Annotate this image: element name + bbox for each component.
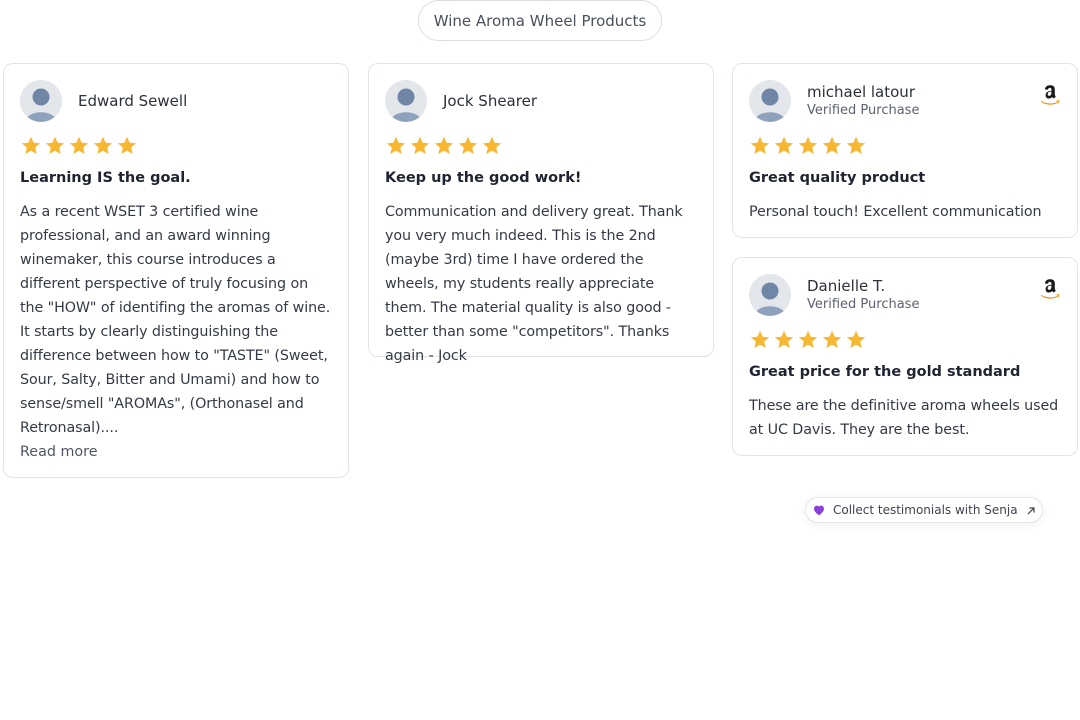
review-header: Jock Shearer: [385, 80, 697, 122]
reviewer-name: Jock Shearer: [443, 91, 537, 110]
amazon-icon: [1039, 278, 1061, 302]
pill-label: Wine Aroma Wheel Products: [433, 11, 647, 30]
review-card: Edward Sewell Learning IS the goal. As a…: [3, 63, 349, 478]
star-icon: [433, 135, 455, 157]
star-icon: [821, 135, 843, 157]
reviewer-name: michael latour: [807, 83, 915, 101]
reviewer-info: Danielle T. Verified Purchase: [807, 277, 919, 313]
read-more-link[interactable]: Read more: [20, 440, 332, 464]
review-title: Great quality product: [749, 170, 926, 186]
testimonials-widget: Wine Aroma Wheel Products Edward Sewell …: [0, 0, 1080, 720]
review-header: michael latour Verified Purchase: [749, 80, 1061, 122]
review-card: michael latour Verified Purchase Great q…: [732, 63, 1078, 238]
review-title: Keep up the good work!: [385, 170, 582, 186]
review-card: Jock Shearer Keep up the good work! Comm…: [368, 63, 714, 364]
reviewer-info: Jock Shearer: [443, 92, 537, 111]
star-icon: [116, 135, 138, 157]
reviewer-info: Edward Sewell: [78, 92, 187, 111]
star-icon: [821, 329, 843, 351]
review-card: Danielle T. Verified Purchase Great pric…: [732, 257, 1078, 456]
star-icon: [409, 135, 431, 157]
avatar: [749, 80, 791, 122]
senja-badge-link[interactable]: Collect testimonials with Senja: [805, 497, 1043, 523]
star-rating: [749, 135, 1061, 157]
avatar: [749, 274, 791, 316]
avatar: [385, 80, 427, 122]
review-body: These are the definitive aroma wheels us…: [749, 398, 1059, 438]
star-icon: [845, 135, 867, 157]
reviewer-info: michael latour Verified Purchase: [807, 83, 919, 119]
star-icon: [385, 135, 407, 157]
reviewer-name: Edward Sewell: [78, 91, 188, 110]
amazon-icon: [1039, 84, 1061, 108]
star-icon: [845, 329, 867, 351]
star-icon: [749, 329, 771, 351]
star-rating: [385, 135, 697, 157]
star-rating: [20, 135, 332, 157]
review-body: Communication and delivery great. Thank …: [385, 204, 683, 364]
review-body: As a recent WSET 3 certified wine profes…: [20, 204, 331, 436]
review-header: Danielle T. Verified Purchase: [749, 274, 1061, 316]
review-title: Learning IS the goal.: [20, 170, 191, 186]
avatar: [20, 80, 62, 122]
verified-purchase-label: Verified Purchase: [807, 297, 920, 312]
star-icon: [773, 329, 795, 351]
star-icon: [92, 135, 114, 157]
star-icon: [749, 135, 771, 157]
product-filter-pill[interactable]: Wine Aroma Wheel Products: [418, 0, 662, 41]
star-icon: [773, 135, 795, 157]
star-icon: [457, 135, 479, 157]
star-rating: [749, 329, 1061, 351]
review-title: Great price for the gold standard: [749, 364, 1021, 380]
reviewer-name: Danielle T.: [807, 277, 886, 295]
star-icon: [68, 135, 90, 157]
verified-purchase-label: Verified Purchase: [807, 103, 920, 118]
review-header: Edward Sewell: [20, 80, 332, 122]
star-icon: [797, 329, 819, 351]
star-icon: [797, 135, 819, 157]
star-icon: [20, 135, 42, 157]
external-link-arrow-icon: [1026, 505, 1036, 515]
senja-label: Collect testimonials with Senja: [833, 503, 1018, 517]
review-body: Personal touch! Excellent communication: [749, 204, 1042, 220]
heart-icon: [812, 503, 826, 517]
star-icon: [481, 135, 503, 157]
star-icon: [44, 135, 66, 157]
